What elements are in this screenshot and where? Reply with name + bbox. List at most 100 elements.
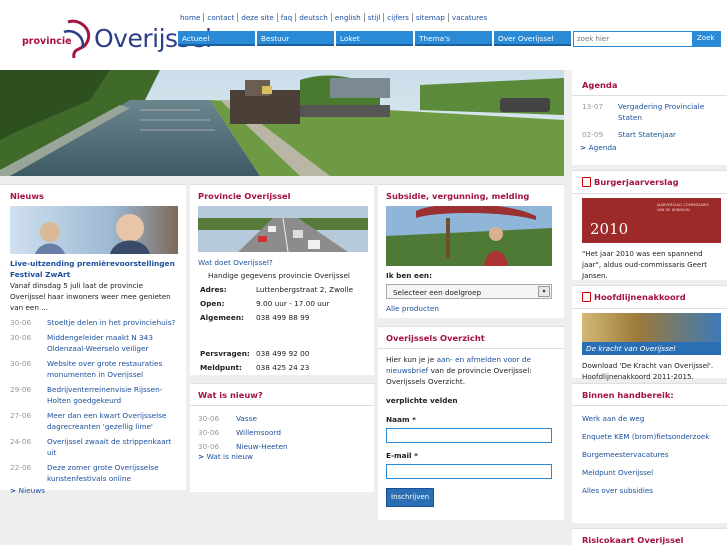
contact-value: 038 425 24 23 bbox=[256, 363, 310, 372]
logo-prefix: provincie bbox=[22, 36, 72, 47]
provincie-desc: Handige gegevens provincie Overijssel bbox=[208, 271, 350, 280]
news-link[interactable]: Meer dan een kwart Overijsselse dagrecre… bbox=[47, 410, 178, 432]
subsidie-label: Ik ben een: bbox=[386, 271, 433, 280]
table-row bbox=[200, 327, 353, 349]
topnav-contact[interactable]: contact bbox=[204, 13, 239, 22]
nieuws-panel: Nieuws Live-uitzending premièrevoorstell… bbox=[0, 184, 186, 495]
topnav-stijl[interactable]: stijl bbox=[365, 13, 385, 22]
list-item[interactable]: Meldpunt Overijssel bbox=[582, 467, 721, 478]
contact-table: Adres: Luttenbergstraat 2, Zwolle Open: 9.… bbox=[200, 285, 353, 377]
contact-label: Meldpunt: bbox=[200, 363, 242, 372]
agenda-link[interactable]: Start Statenjaar bbox=[618, 129, 676, 140]
burgerjaarverslag-title: Burgerjaarverslag bbox=[594, 177, 679, 187]
pdf-icon bbox=[582, 291, 591, 302]
news-link[interactable]: Stoeltje delen in het provinciehuis? bbox=[47, 317, 175, 328]
table-row: Meldpunt: 038 425 24 23 bbox=[200, 363, 353, 377]
update-date: 30-06 bbox=[198, 414, 220, 423]
overzicht-text-pre: Hier kun je je bbox=[386, 355, 437, 364]
list-item: 30-06 Vasse bbox=[198, 413, 366, 424]
agenda-date: 02-09 bbox=[582, 130, 604, 139]
list-item[interactable]: Alles over subsidies bbox=[582, 485, 721, 496]
search-button[interactable]: Zoek bbox=[693, 31, 721, 47]
alle-producten-link[interactable]: Alle producten bbox=[386, 304, 556, 313]
search-input[interactable] bbox=[573, 31, 693, 47]
tab-themas[interactable]: Thema's bbox=[415, 31, 492, 46]
contact-value: 9.00 uur - 17.00 uur bbox=[256, 299, 330, 308]
wat-is-nieuw-more-link[interactable]: Wat is nieuw bbox=[198, 452, 253, 461]
kracht-image[interactable]: De kracht van Overijssel bbox=[582, 312, 721, 355]
news-link[interactable]: Website over grote restauraties monument… bbox=[47, 358, 178, 380]
topnav-sitemap[interactable]: sitemap bbox=[413, 13, 449, 22]
tab-bestuur[interactable]: Bestuur bbox=[257, 31, 334, 46]
table-row: Persvragen: 038 499 92 00 bbox=[200, 349, 353, 363]
tab-loket[interactable]: Loket bbox=[336, 31, 413, 46]
naam-input[interactable] bbox=[386, 428, 552, 443]
list-item[interactable]: Werk aan de weg bbox=[582, 413, 721, 424]
topnav-deutsch[interactable]: deutsch bbox=[296, 13, 332, 22]
nieuws-title: Nieuws bbox=[10, 191, 44, 201]
wat-is-nieuw-panel: Wat is nieuw? 30-06 Vasse 30-06 Willemsoor… bbox=[190, 383, 374, 492]
agenda-title: Agenda bbox=[572, 70, 727, 96]
list-item: 30-06 Nieuw-Heeten bbox=[198, 441, 366, 452]
update-link[interactable]: Nieuw-Heeten bbox=[236, 441, 288, 452]
provincie-title: Provincie Overijssel bbox=[198, 191, 291, 201]
provincie-subtitle[interactable]: Wat doet Overijssel? bbox=[198, 258, 366, 267]
news-date: 30-06 bbox=[10, 333, 32, 342]
agenda-more-link[interactable]: Agenda bbox=[580, 143, 617, 152]
list-item: 27-06 Meer dan een kwart Overijsselse dag… bbox=[10, 410, 178, 432]
update-link[interactable]: Willemsoord bbox=[236, 427, 281, 438]
list-item[interactable]: Enquete KEM (brom)fietsonderzoek bbox=[582, 431, 721, 442]
hoofdlijnen-panel: Hoofdlijnenakkoord De kracht van Overijs… bbox=[572, 285, 727, 381]
list-item: 13-07 Vergadering Provinciale Staten bbox=[582, 101, 717, 123]
binnen-handbereik-title: Binnen handbereik: bbox=[572, 384, 727, 406]
jaarverslag-image[interactable]: 2010 JAARVERSLAG COMMISSARIS VAN DE KONI… bbox=[582, 197, 721, 243]
subsidie-panel: Subsidie, vergunning, melding Ik ben een… bbox=[378, 184, 564, 318]
list-item: 30-06 Stoeltje delen in het provinciehuis… bbox=[10, 317, 178, 328]
news-link[interactable]: Deze zomer grote Overijsselse kunstenfes… bbox=[47, 462, 178, 484]
topnav-english[interactable]: english bbox=[332, 13, 365, 22]
topnav-home[interactable]: home bbox=[178, 13, 205, 22]
verplichte-velden-note: verplichte velden bbox=[386, 396, 458, 405]
news-link[interactable]: Middengeleider maakt N 343 Oldenzaal-Wee… bbox=[47, 332, 178, 354]
contact-value: 038 499 92 00 bbox=[256, 349, 310, 358]
news-date: 30-06 bbox=[10, 318, 32, 327]
wat-is-nieuw-title: Wat is nieuw? bbox=[190, 384, 374, 406]
topnav-cijfers[interactable]: cijfers bbox=[384, 13, 413, 22]
list-item: 29-06 Bedrijventerreinenvisie Rijssen-Hol… bbox=[10, 384, 178, 406]
tab-over-overijssel[interactable]: Over Overijssel bbox=[494, 31, 571, 46]
news-date: 24-06 bbox=[10, 437, 32, 446]
update-link[interactable]: Vasse bbox=[236, 413, 257, 424]
topnav-vacatures[interactable]: vacatures bbox=[449, 13, 490, 22]
overzicht-title: Overijssels Overzicht bbox=[378, 327, 564, 349]
agenda-link[interactable]: Vergadering Provinciale Staten bbox=[618, 101, 717, 123]
news-date: 22-06 bbox=[10, 463, 32, 472]
email-input[interactable] bbox=[386, 464, 552, 479]
subsidie-title: Subsidie, vergunning, melding bbox=[386, 191, 530, 201]
risicokaart-title[interactable]: Risicokaart Overijssel bbox=[572, 529, 727, 550]
nieuws-headline[interactable]: Live-uitzending premièrevoorstellingen F… bbox=[10, 258, 178, 280]
provincie-image bbox=[198, 206, 368, 252]
doelgroep-select[interactable]: Selecteer een doelgroep ▾ bbox=[386, 284, 552, 299]
news-date: 27-06 bbox=[10, 411, 32, 420]
contact-value: 038 499 88 99 bbox=[256, 313, 310, 322]
tab-actueel[interactable]: Actueel bbox=[178, 31, 255, 46]
topnav-deze-site[interactable]: deze site bbox=[238, 13, 278, 22]
chevron-down-icon[interactable]: ▾ bbox=[538, 286, 550, 297]
news-link[interactable]: Bedrijventerreinenvisie Rijssen-Holten g… bbox=[47, 384, 178, 406]
inschrijven-button[interactable]: Inschrijven bbox=[386, 488, 435, 507]
list-item[interactable]: Burgemeestervacatures bbox=[582, 449, 721, 460]
logo[interactable]: provincie Overijssel bbox=[22, 18, 212, 68]
hoofdlijnen-title: Hoofdlijnenakkoord bbox=[594, 292, 686, 302]
agenda-panel: Agenda 13-07 Vergadering Provinciale Sta… bbox=[572, 70, 727, 165]
provincie-panel: Provincie Overijssel Wat doet Overijssel… bbox=[190, 184, 374, 375]
list-item: 30-06 Middengeleider maakt N 343 Oldenzaa… bbox=[10, 332, 178, 354]
nieuws-more-link[interactable]: Nieuws bbox=[10, 486, 45, 495]
nieuws-intro: Vanaf dinsdag 5 juli laat de provincie O… bbox=[10, 281, 171, 312]
topnav-faq[interactable]: faq bbox=[278, 13, 297, 22]
table-row: Adres: Luttenbergstraat 2, Zwolle bbox=[200, 285, 353, 299]
naam-label: Naam * bbox=[386, 415, 416, 424]
burgerjaarverslag-panel: Burgerjaarverslag 2010 JAARVERSLAG COMMI… bbox=[572, 170, 727, 280]
email-label: E-mail * bbox=[386, 451, 418, 460]
news-link[interactable]: Overijssel zwaait de strippenkaart uit bbox=[47, 436, 178, 458]
contact-value: Luttenbergstraat 2, Zwolle bbox=[256, 285, 354, 294]
